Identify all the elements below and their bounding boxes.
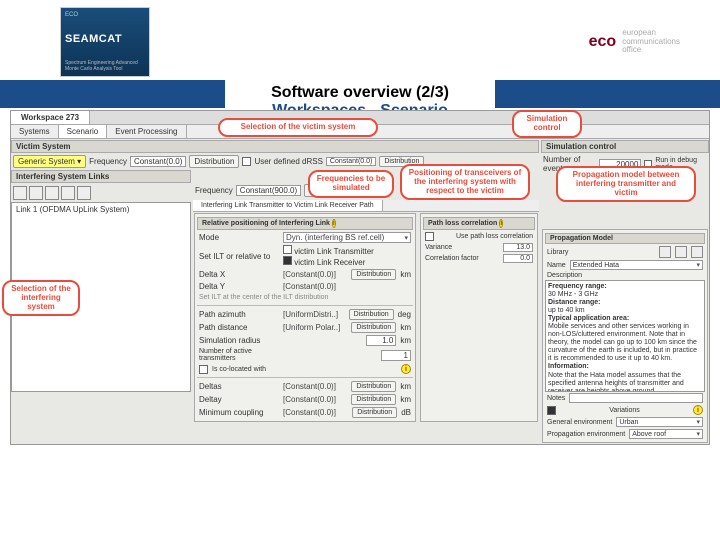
title-bar: Software overview (2/3) Workspaces - Sce… [0,80,720,108]
vs-freq-dist-button[interactable]: Distribution [189,155,239,168]
tab-systems[interactable]: Systems [11,125,59,138]
tab-scenario[interactable]: Scenario [59,125,108,138]
note: Set ILT at the center of the ILT distrib… [197,292,413,303]
app-window: Workspace 273 Systems Scenario Event Pro… [10,110,710,445]
info-icon[interactable]: i [693,405,703,415]
copy-icon[interactable] [29,186,43,200]
udrss-check[interactable] [242,157,251,166]
sim-header: Simulation control [541,140,709,153]
logo-eco: ECO [65,12,145,18]
victim-system-header: Victim System [11,140,539,153]
var-input[interactable]: 13.0 [503,243,533,252]
il-freq-label: Frequency [195,186,233,195]
callout-victim: Selection of the victim system [218,118,378,137]
cf-input[interactable]: 0.0 [503,254,533,263]
prop-model-panel: Propagation Model Library NameExtended H… [542,229,708,443]
callout-pos: Positioning of transceivers of the inter… [400,164,530,200]
callout-int: Selection of the interfering system [2,280,80,316]
up-icon[interactable] [61,186,75,200]
freq-label: Frequency [89,157,127,166]
dlt2-dist[interactable]: Distribution [351,394,396,405]
seamcat-logo: ECO SEAMCAT Spectrum Engineering Advance… [60,7,150,77]
logo-name: SEAMCAT [65,33,145,45]
isl-header: Interfering System Links [11,170,191,183]
info-icon[interactable]: i [499,219,503,228]
coloc-check[interactable] [199,365,208,374]
callout-prop: Propagation model between interfering tr… [556,166,696,202]
udrss-label: User defined dRSS [254,157,322,166]
eco-logo: eco european communications office [589,29,680,55]
mode-label: Mode [199,233,279,242]
isl-item[interactable]: Link 1 (OFDMA UpLink System) [16,205,186,214]
pdi-dist[interactable]: Distribution [351,322,396,333]
logo-sub: Spectrum Engineering Advanced Monte Carl… [65,60,145,72]
pm-desc-box: Frequency range:30 MHz - 3 GHz Distance … [545,280,705,392]
slide-header: ECO SEAMCAT Spectrum Engineering Advance… [0,0,720,80]
use-plc-check[interactable] [425,232,434,241]
ge-combo[interactable]: Urban [616,417,703,427]
vs-freq-value: Constant(0.0) [130,156,186,167]
lib-reset-icon[interactable] [691,246,703,258]
callout-freq: Frequencies to be simulated [308,170,394,198]
dlt-dist[interactable]: Distribution [351,381,396,392]
org-l3: office [622,46,680,55]
radio-vlt[interactable] [283,245,292,254]
callout-sim: Simulation control [512,110,582,138]
victim-system-select[interactable]: Generic System ▾ [13,155,86,168]
dx-dist[interactable]: Distribution [351,269,396,280]
radio-vlr[interactable] [283,256,292,265]
variations-check[interactable] [547,406,556,415]
relto-label: Set ILT or relative to [199,252,279,261]
relpos-header: Relative positioning of Interfering Link… [197,217,413,230]
lib-import-icon[interactable] [659,246,671,258]
il-freq-value: Constant(900.0) [236,185,301,196]
udrss-value: Constant(0.0) [326,157,376,166]
delete-icon[interactable] [45,186,59,200]
pm-name-combo[interactable]: Extended Hata [570,260,703,270]
eco-text: eco [589,33,617,51]
plc-header: Path loss correlation i [423,217,535,230]
tab-event-processing[interactable]: Event Processing [107,125,186,138]
isl-toolbar [11,184,191,202]
mc-dist[interactable]: Distribution [352,407,397,418]
info-icon[interactable]: i [401,364,411,374]
pm-header: Propagation Model [545,233,705,244]
info-icon[interactable]: i [332,219,336,228]
nat-input[interactable]: 1 [381,350,411,361]
pe-combo[interactable]: Above roof [629,429,703,439]
lib-export-icon[interactable] [675,246,687,258]
paz-dist[interactable]: Distribution [349,309,394,320]
down-icon[interactable] [77,186,91,200]
pm-notes-input[interactable] [569,393,703,403]
sr-input[interactable]: 1.0 [366,335,396,346]
title-l1: Software overview (2/3) [225,84,495,102]
tab-path[interactable]: Interfering Link Transmitter to Victim L… [193,200,383,211]
tab-workspace[interactable]: Workspace 273 [11,111,90,124]
add-icon[interactable] [13,186,27,200]
mode-combo[interactable]: Dyn. (interfering BS ref.cell) [283,232,411,243]
